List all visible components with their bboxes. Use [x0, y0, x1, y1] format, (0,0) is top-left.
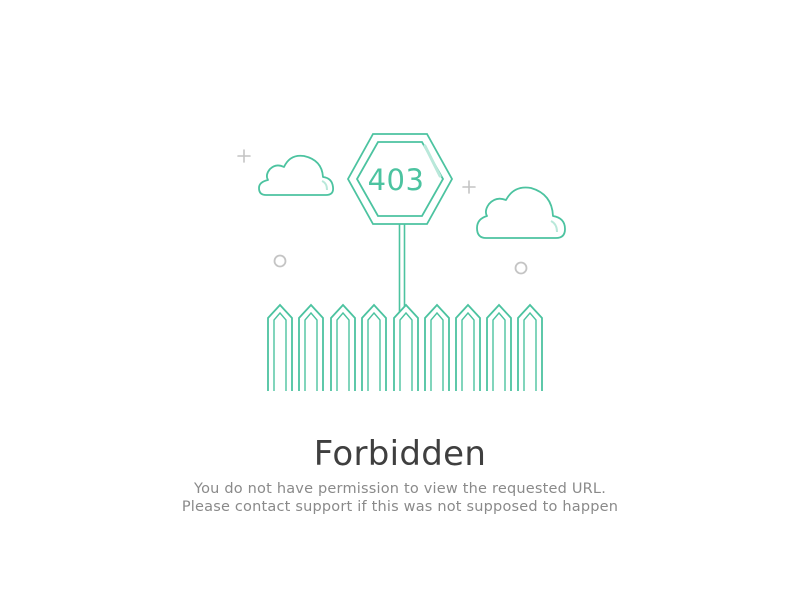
fence-picket	[267, 303, 293, 391]
error-message: You do not have permission to view the r…	[0, 480, 800, 516]
circle-icon	[273, 254, 287, 268]
fence-picket	[424, 303, 450, 391]
forbidden-illustration: 403	[237, 133, 566, 391]
fence-picket	[486, 303, 512, 391]
error-message-line: Please contact support if this was not s…	[181, 499, 619, 515]
circle-icon	[514, 261, 528, 275]
plus-icon	[237, 149, 251, 163]
error-message-line: You do not have permission to view the r…	[193, 481, 607, 497]
error-page: 403 Forbidden You do not have permission…	[0, 0, 800, 600]
fence-picket	[455, 303, 481, 391]
error-code-label: 403	[368, 163, 425, 197]
plus-icon	[462, 180, 476, 194]
cloud-icon	[258, 154, 335, 196]
fence-picket	[517, 303, 543, 391]
page-title: Forbidden	[313, 434, 487, 474]
fence	[267, 303, 543, 391]
fence-picket	[393, 303, 419, 391]
fence-picket	[361, 303, 387, 391]
fence-picket	[330, 303, 356, 391]
fence-picket	[298, 303, 324, 391]
sign-pole	[398, 224, 406, 312]
cloud-icon	[476, 186, 566, 239]
stop-sign: 403	[346, 133, 454, 225]
